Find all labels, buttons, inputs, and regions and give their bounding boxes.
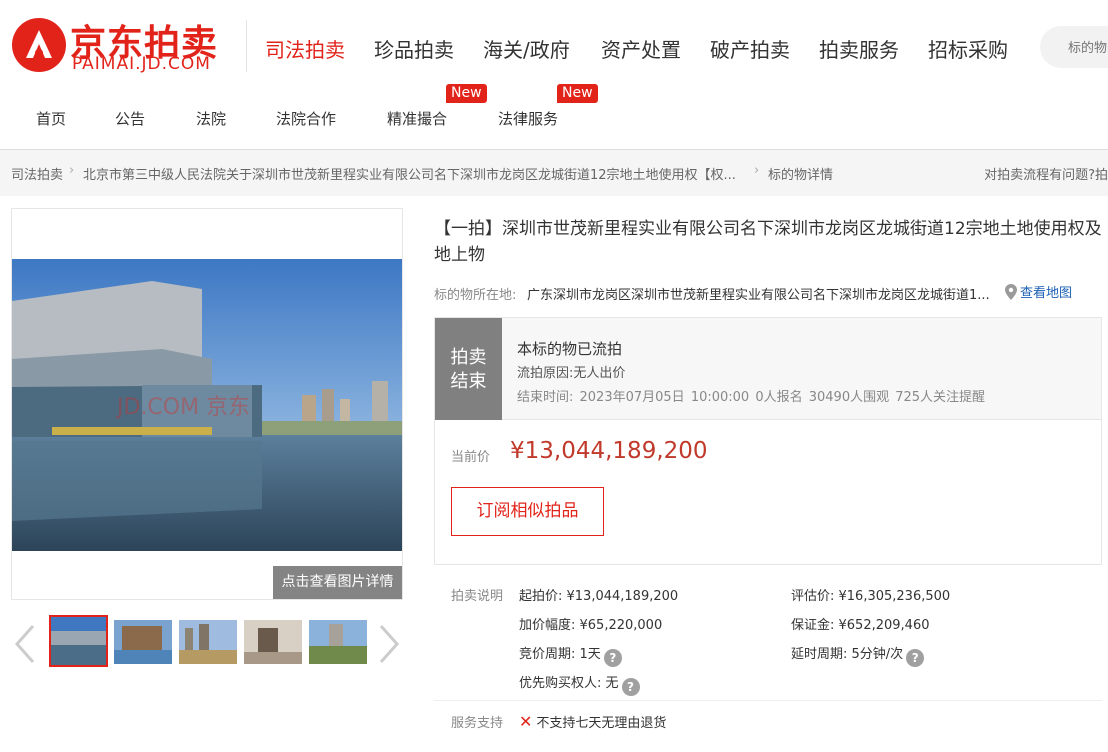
delay-cycle: 延时周期: 5分钟/次? — [791, 643, 925, 667]
status-box-line1: 拍卖 — [450, 347, 487, 368]
subscribe-similar-button[interactable]: 订阅相似拍品 — [451, 487, 604, 536]
chevron-right-icon[interactable] — [375, 622, 403, 666]
end-time-stats: 结束时间: 2023年07月05日 10:00:00 0人报名 30490人围观… — [517, 390, 986, 405]
current-price: ¥13,044,189,200 — [510, 438, 708, 464]
bidding-cycle-text: 竞价周期: 1天 — [519, 647, 601, 662]
breadcrumb: 司法拍卖 › 北京市第三中级人民法院关于深圳市世茂新里程实业有限公司名下深圳市龙… — [0, 150, 1108, 196]
status-box-line2: 结束 — [450, 371, 487, 392]
help-icon[interactable]: ? — [603, 649, 622, 667]
deposit: 保证金: ¥652,209,460 — [791, 618, 930, 633]
start-price: 起拍价: ¥13,044,189,200 — [519, 589, 679, 604]
search-input[interactable] — [1040, 26, 1108, 68]
thumbnail[interactable] — [49, 615, 108, 667]
new-badge: New — [557, 84, 598, 103]
subnav-announcements[interactable]: 公告 — [115, 108, 145, 129]
chevron-right-icon: › — [754, 163, 760, 178]
nav-judicial-auction[interactable]: 司法拍卖 — [265, 34, 345, 63]
top-header: 京东拍卖 PAIMAI.JD.COM 司法拍卖 珍品拍卖 海关/政府 资产处置 … — [0, 0, 1108, 150]
valuation-price: 评估价: ¥16,305,236,500 — [791, 589, 951, 604]
priority-buyer: 优先购买权人: 无? — [519, 672, 640, 696]
nav-customs-government[interactable]: 海关/政府 — [483, 34, 570, 63]
status-message: 本标的物已流拍 — [517, 340, 623, 358]
subnav-precise-matching[interactable]: 精准撮合 — [387, 108, 447, 129]
brand-name-en[interactable]: PAIMAI.JD.COM — [72, 54, 211, 74]
breadcrumb-announcement[interactable]: 北京市第三中级人民法院关于深圳市世茂新里程实业有限公司名下深圳市龙岗区龙城街道1… — [83, 164, 736, 183]
thumbnail[interactable] — [309, 620, 367, 664]
current-price-label: 当前价 — [451, 450, 491, 465]
item-title: 【一拍】深圳市世茂新里程实业有限公司名下深圳市龙岗区龙城街道12宗地土地使用权及… — [434, 219, 1102, 265]
thumbnail[interactable] — [244, 620, 302, 664]
jd-auction-logo-icon[interactable] — [12, 18, 66, 72]
header-divider — [246, 20, 247, 72]
location-label: 标的物所在地: — [434, 288, 517, 303]
nav-treasure-auction[interactable]: 珍品拍卖 — [374, 34, 454, 63]
process-help-link[interactable]: 对拍卖流程有问题?拍 — [984, 164, 1108, 183]
watermark-text: JD.COM 京东 — [115, 395, 250, 420]
chevron-left-icon[interactable] — [11, 622, 39, 666]
chevron-right-icon: › — [69, 163, 75, 178]
close-icon: ✕ — [519, 712, 533, 731]
section-divider — [434, 700, 1102, 701]
help-icon[interactable]: ? — [906, 649, 925, 667]
service-support: ✕ 不支持七天无理由退货 — [519, 712, 666, 731]
nav-auction-service[interactable]: 拍卖服务 — [819, 34, 899, 63]
subnav-courts[interactable]: 法院 — [196, 108, 226, 129]
thumbnail[interactable] — [114, 620, 172, 664]
subnav-court-cooperation[interactable]: 法院合作 — [276, 108, 336, 129]
new-badge: New — [446, 84, 487, 103]
breadcrumb-current: 标的物详情 — [768, 168, 834, 183]
status-reason: 流拍原因:无人出价 — [517, 366, 626, 381]
nav-asset-disposal[interactable]: 资产处置 — [601, 34, 681, 63]
bid-increment: 加价幅度: ¥65,220,000 — [519, 618, 663, 633]
thumbnail[interactable] — [179, 620, 237, 664]
bidding-cycle: 竞价周期: 1天? — [519, 643, 622, 667]
location-value: 广东深圳市龙岗区深圳市世茂新里程实业有限公司名下深圳市龙岗区龙城街道1... — [527, 288, 990, 303]
service-text: 不支持七天无理由退货 — [536, 716, 667, 731]
view-photo-details-button[interactable]: 点击查看图片详情 — [273, 566, 402, 599]
subnav-legal-services[interactable]: 法律服务 — [498, 108, 558, 129]
view-map-label[interactable]: 查看地图 — [1020, 286, 1072, 301]
subnav-home[interactable]: 首页 — [36, 108, 66, 129]
nav-bankruptcy-auction[interactable]: 破产拍卖 — [710, 34, 790, 63]
auction-ended-box: 拍卖 结束 — [435, 318, 502, 420]
service-label: 服务支持 — [451, 716, 504, 731]
nav-tender-procurement[interactable]: 招标采购 — [928, 34, 1008, 63]
priority-buyer-text: 优先购买权人: 无 — [519, 676, 619, 691]
main-photo[interactable]: JD.COM 京东 — [11, 208, 403, 600]
map-pin-icon — [1005, 284, 1017, 304]
auction-params-label: 拍卖说明 — [451, 589, 504, 604]
help-icon[interactable]: ? — [621, 678, 640, 696]
breadcrumb-judicial[interactable]: 司法拍卖 — [11, 164, 63, 183]
delay-cycle-text: 延时周期: 5分钟/次 — [791, 647, 904, 662]
view-map-link[interactable]: 查看地图 — [1005, 282, 1072, 304]
